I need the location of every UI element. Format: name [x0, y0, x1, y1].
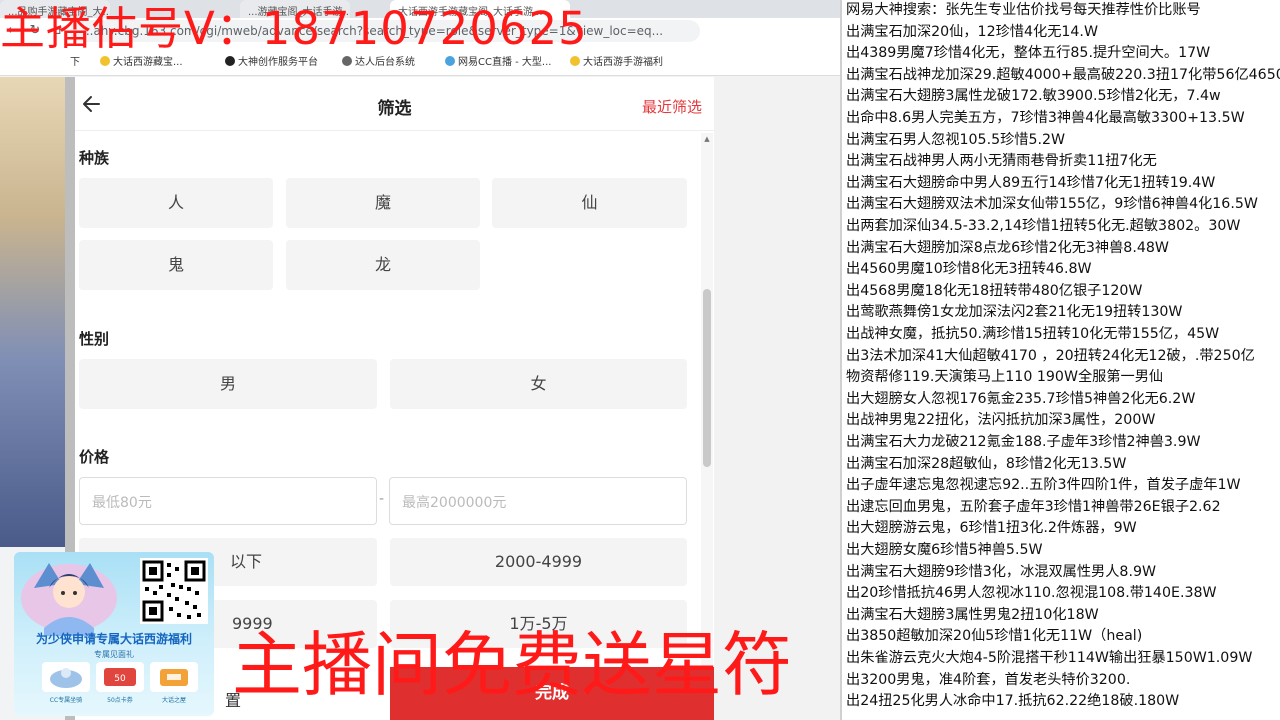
gift-caption: 50点卡券: [107, 697, 133, 704]
gift-caption: 大话之屋: [161, 697, 186, 704]
list-item: 网易大神搜索：张先生专业估价找号每天推荐性价比账号: [846, 2, 1201, 18]
list-item: 出3法术加深41大仙超敏4170 ，20扭转24化无12破，.带250亿: [846, 347, 1255, 364]
race-option-human[interactable]: 人: [79, 178, 273, 228]
price-option[interactable]: 2000-4999: [390, 538, 687, 586]
list-item: 出战神女魔，抵抗50.满珍惜15扭转10化无带155亿，45W: [846, 326, 1220, 342]
list-item: 出满宝石大翅膀加深8点龙6珍惜2化无3神兽8.48W: [846, 239, 1169, 256]
gender-option-male[interactable]: 男: [79, 359, 377, 409]
list-item: 出子虚年逮忘鬼忽视逮忘92..五阶3件四阶1件，首发子虚年1W: [846, 477, 1241, 494]
list-item: 出满宝石大翅膀3属性男鬼2扭10化18W: [846, 606, 1099, 623]
list-item: 出大翅膀游云鬼，6珍惜1扭3化.2件炼器，9W: [846, 520, 1137, 537]
list-item: 出4568男魔18化无18扭转带480亿银子120W: [846, 282, 1143, 299]
scrollbar-thumb[interactable]: [703, 289, 711, 467]
list-item: 出满宝石加深28超敏仙，8珍惜2化无13.5W: [846, 455, 1127, 472]
list-item: 出逮忘回血男鬼，五阶套子虚年3珍惜1神兽带26E银子2.62: [846, 498, 1221, 515]
gift-item: 50: [96, 662, 144, 692]
gender-section-title: 性别: [79, 330, 110, 348]
list-item: 出满宝石加深20仙，12珍惜4化无14.W: [846, 23, 1098, 40]
list-item: 出满宝石战神龙加深29.超敏4000+最高破220.3扭17化带56亿4650: [846, 66, 1280, 83]
promo-subtitle: 专属见面礼: [94, 650, 134, 659]
price-separator: -: [379, 491, 385, 507]
list-item: 出命中8.6男人完美五方，7珍惜3神兽4化最高敏3300+13.5W: [846, 110, 1245, 126]
price-option-label: 以下: [230, 552, 263, 571]
list-item: 出满宝石大翅膀双法术加深女仙带155亿，9珍惜6神兽4化16.5W: [846, 196, 1258, 213]
filter-header: 筛选 最近筛选: [75, 77, 714, 131]
scroll-up-icon[interactable]: ▲: [703, 135, 711, 143]
list-item: 出满宝石大力龙破212氪金188.子虚年3珍惜2神兽3.9W: [846, 434, 1201, 450]
list-item: 出大翅膀女人忽视176氪金235.7珍惜5神兽2化无6.2W: [846, 390, 1196, 407]
list-item: 出朱雀游云克火大炮4-5阶混搭干秒114W输出狂暴150W1.09W: [846, 650, 1253, 666]
list-item: 出20珍惜抵抗46男人忽视冰110.忽视混108.带140E.38W: [846, 585, 1217, 602]
race-option-dragon[interactable]: 龙: [286, 240, 480, 290]
price-section-title: 价格: [79, 448, 110, 466]
price-max-input[interactable]: 最高2000000元: [389, 477, 687, 525]
page-title: 筛选: [377, 99, 412, 119]
promo-title: 为少侠申请专属大话西游福利: [35, 632, 192, 646]
list-item: 出4560男魔10珍惜8化无3扭转46.8W: [846, 261, 1092, 278]
gift-item: [150, 662, 198, 692]
bookmark-icon: [445, 56, 455, 66]
gift-caption: CC专属坐骑: [49, 697, 83, 704]
list-item: 出大翅膀女魔6珍惜5神兽5.5W: [846, 542, 1043, 558]
recent-filter-link[interactable]: 最近筛选: [642, 96, 702, 117]
list-item: 物资帮修119.天演策马上110 190W全服第一男仙: [846, 369, 1164, 386]
svg-text:50: 50: [114, 674, 126, 684]
race-option-demon[interactable]: 魔: [286, 178, 480, 228]
race-option-ghost[interactable]: 鬼: [79, 240, 273, 290]
list-item: 出战神男鬼22扭化，法闪抵抗加深3属性，200W: [846, 412, 1156, 429]
qr-code: [140, 558, 208, 624]
gift-item: [42, 662, 90, 692]
promo-card[interactable]: 为少侠申请专属大话西游福利 专属见面礼 50 CC专属坐骑 50点卡券 大话之屋: [14, 552, 214, 716]
race-section-title: 种族: [79, 149, 110, 167]
list-item: 出莺歌燕舞傍1女龙加深法闪2套21化无19扭转130W: [846, 304, 1183, 321]
race-option-immortal[interactable]: 仙: [492, 178, 687, 228]
bookmark-icon: [570, 56, 580, 66]
promo-overlay: 主播间免费送星符: [232, 624, 792, 706]
bookmark-icon: [225, 56, 235, 66]
bookmark-icon: [100, 56, 110, 66]
list-item: 出满宝石大翅膀3属性龙破172.敏3900.5珍惜2化无，7.4w: [846, 88, 1221, 105]
list-item: 出3850超敏加深20仙5珍惜1化无11W（heal): [846, 628, 1143, 645]
price-min-input[interactable]: 最低80元: [79, 477, 377, 525]
game-background: [0, 77, 65, 547]
contact-overlay: 主播估号V：18710720625: [0, 2, 588, 55]
list-item: 出满宝石战神男人两小无猜雨巷骨折卖11扭7化无: [846, 153, 1157, 170]
screen: ...品购手游藏宝阁_大... ...游藏宝阁_大话手游... 大话西游手游藏宝…: [0, 0, 1280, 720]
list-item: 出满宝石男人忽视105.5珍惜5.2W: [846, 131, 1066, 148]
character-avatar: [14, 558, 124, 636]
gender-option-female[interactable]: 女: [390, 359, 687, 409]
list-item: 出满宝石大翅膀9珍惜3化，冰混双属性男人8.9W: [846, 563, 1157, 580]
list-item: 出3200男鬼，准4阶套，首发老头特价3200.: [846, 671, 1131, 688]
list-item: 出两套加深仙34.5-33.2,14珍惜1扭转5化无.超敏3802。30W: [846, 218, 1241, 234]
list-item: 出24扭25化男人冰命中17.抵抗62.22绝18破.180W: [846, 693, 1180, 710]
globe-icon: [342, 56, 352, 66]
list-item: 出满宝石大翅膀命中男人89五行14珍惜7化无1扭转19.4W: [846, 174, 1216, 191]
list-item: 出4389男魔7珍惜4化无，整体五行85.提升空间大。17W: [846, 45, 1211, 62]
listing-panel: 网易大神搜索：张先生专业估价找号每天推荐性价比账号 出满宝石加深20仙，12珍惜…: [840, 0, 1280, 720]
